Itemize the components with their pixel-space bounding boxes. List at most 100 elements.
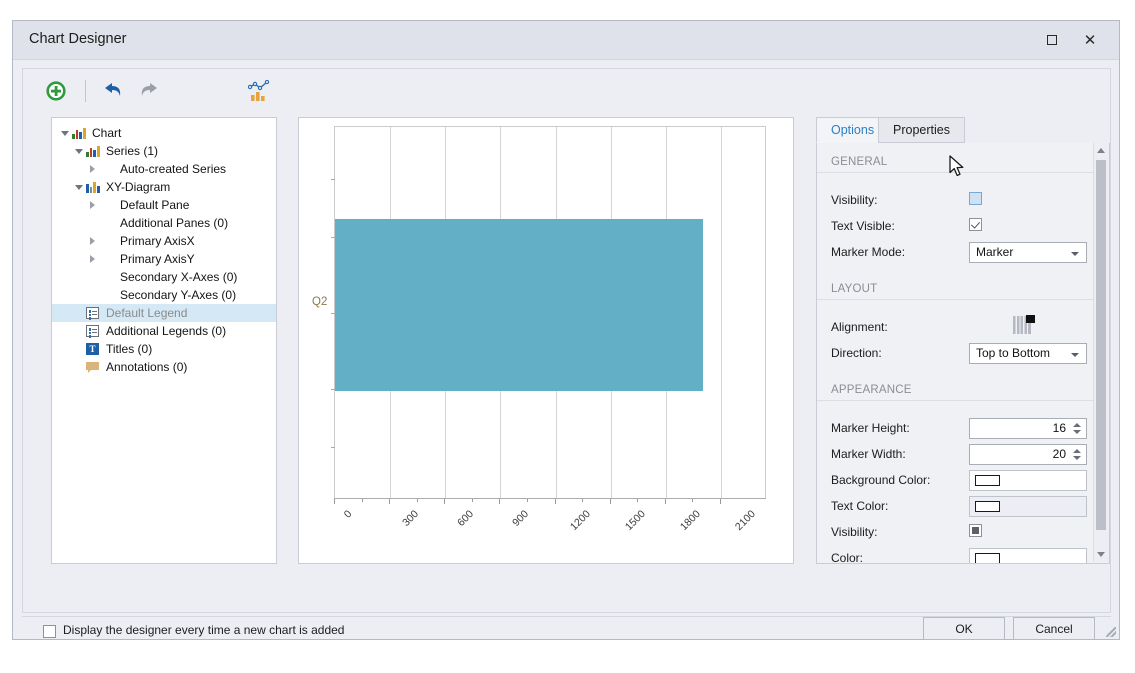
checkbox-visibility-appearance[interactable] <box>969 524 982 537</box>
expander-expand-icon[interactable] <box>86 160 99 178</box>
combo-direction[interactable]: Top to Bottom <box>969 343 1087 364</box>
x-axis-minor-tick <box>582 499 584 502</box>
redo-button[interactable] <box>135 77 163 105</box>
undo-arrow-icon <box>105 83 121 96</box>
ok-button[interactable]: OK <box>923 617 1005 640</box>
tree-item[interactable]: XY-Diagram <box>52 178 276 196</box>
tab-properties[interactable]: Properties <box>878 117 965 143</box>
x-axis-tick-label: 1500 <box>622 508 648 534</box>
color-picker-line[interactable] <box>969 548 1087 563</box>
x-axis-minor-tick <box>471 499 473 502</box>
x-axis-tick <box>499 499 501 504</box>
expander-collapse-icon[interactable] <box>72 178 85 196</box>
spinner-marker-width[interactable]: 20 <box>969 444 1087 465</box>
mouse-cursor <box>949 155 964 177</box>
spinner-marker-height[interactable]: 16 <box>969 418 1087 439</box>
xy-diagram-icon <box>85 180 101 194</box>
checkbox-visibility-general[interactable] <box>969 192 982 205</box>
toolbar <box>23 69 1110 113</box>
combo-marker-mode[interactable]: Marker <box>969 242 1087 263</box>
tree-item-label: Series (1) <box>106 144 159 158</box>
expander-placeholder <box>72 340 85 358</box>
expander-collapse-icon[interactable] <box>58 124 71 142</box>
tree-item[interactable]: Auto-created Series <box>52 160 276 178</box>
x-axis-tick-label: 300 <box>400 508 422 529</box>
tree-item[interactable]: Secondary Y-Axes (0) <box>52 286 276 304</box>
color-swatch <box>975 553 1000 563</box>
chevron-down-icon <box>1097 552 1105 557</box>
tree-item-label: Titles (0) <box>106 342 153 356</box>
scroll-up-button[interactable] <box>1094 143 1108 158</box>
tree-item-label: Secondary Y-Axes (0) <box>120 288 237 302</box>
color-swatch <box>975 475 1000 486</box>
options-panel: Options Properties GENERAL Visibility: T… <box>816 117 1110 564</box>
expander-expand-icon[interactable] <box>86 232 99 250</box>
checkbox-text-visible[interactable] <box>969 218 982 231</box>
spinner-marker-width-value: 20 <box>1052 447 1066 461</box>
scroll-down-button[interactable] <box>1094 547 1108 562</box>
tree-item[interactable]: Additional Legends (0) <box>52 322 276 340</box>
y-axis-tick <box>331 447 335 448</box>
title-icon: T <box>85 342 101 356</box>
tree-item[interactable]: T Titles (0) <box>52 340 276 358</box>
cancel-button[interactable]: Cancel <box>1013 617 1095 640</box>
x-axis-tick-label: 900 <box>510 508 532 529</box>
label-background-color: Background Color: <box>831 473 931 487</box>
spinner-down-icon[interactable] <box>1073 456 1081 460</box>
alignment-picker[interactable] <box>1013 315 1035 334</box>
chart-element-tree[interactable]: Chart Series (1) Auto-created Series XY-Dia… <box>51 117 277 564</box>
tree-item[interactable]: Chart <box>52 124 276 142</box>
chart-wizard-button[interactable] <box>245 77 273 105</box>
combo-marker-mode-value: Marker <box>976 245 1014 259</box>
tree-item[interactable]: Additional Panes (0) <box>52 214 276 232</box>
scrollbar-thumb[interactable] <box>1096 160 1106 530</box>
tree-item[interactable]: Default Pane <box>52 196 276 214</box>
spinner-up-icon[interactable] <box>1073 449 1081 453</box>
options-scrollbar[interactable] <box>1093 143 1109 562</box>
x-axis-tick <box>720 499 721 504</box>
expander-placeholder <box>86 286 99 304</box>
x-axis-tick <box>444 499 446 504</box>
tree-item[interactable]: Secondary X-Axes (0) <box>52 268 276 286</box>
x-axis-tick-label: 600 <box>455 508 477 529</box>
chevron-down-icon <box>1071 353 1079 357</box>
label-text-visible: Text Visible: <box>831 219 895 233</box>
color-picker-background[interactable] <box>969 470 1087 491</box>
label-direction: Direction: <box>831 346 882 360</box>
tree-item-label: Default Pane <box>120 198 190 212</box>
close-button[interactable]: ✕ <box>1075 27 1105 53</box>
tree-item-label: Additional Panes (0) <box>120 216 229 230</box>
tree-item[interactable]: Primary AxisY <box>52 250 276 268</box>
expander-placeholder <box>86 214 99 232</box>
tree-icon-placeholder <box>99 198 115 212</box>
color-picker-text[interactable] <box>969 496 1087 517</box>
title-bar: Chart Designer ✕ <box>13 21 1119 60</box>
tree-item-label: Auto-created Series <box>120 162 227 176</box>
y-axis-tick <box>331 237 335 238</box>
section-header-layout: LAYOUT <box>817 278 1096 300</box>
bar-chart-icon <box>85 144 101 158</box>
label-visibility-appearance: Visibility: <box>831 525 878 539</box>
x-axis-tick <box>664 499 666 504</box>
x-axis-minor-tick <box>416 499 418 502</box>
chevron-up-icon <box>1097 148 1105 153</box>
x-axis-tick <box>609 499 611 504</box>
checkbox-display-designer[interactable] <box>43 625 56 638</box>
resize-grip[interactable] <box>1106 627 1116 637</box>
x-axis-tick <box>389 499 391 504</box>
spinner-up-icon[interactable] <box>1073 423 1081 427</box>
expander-expand-icon[interactable] <box>86 250 99 268</box>
tree-item[interactable]: Annotations (0) <box>52 358 276 376</box>
add-button[interactable] <box>42 77 70 105</box>
spinner-down-icon[interactable] <box>1073 430 1081 434</box>
undo-button[interactable] <box>99 77 127 105</box>
tree-item[interactable]: Default Legend <box>52 304 276 322</box>
expander-placeholder <box>72 304 85 322</box>
expander-expand-icon[interactable] <box>86 196 99 214</box>
tree-item[interactable]: Series (1) <box>52 142 276 160</box>
section-header-appearance: APPEARANCE <box>817 379 1096 401</box>
maximize-button[interactable] <box>1037 27 1067 53</box>
tree-item[interactable]: Primary AxisX <box>52 232 276 250</box>
label-color: Color: <box>831 551 864 564</box>
expander-collapse-icon[interactable] <box>72 142 85 160</box>
